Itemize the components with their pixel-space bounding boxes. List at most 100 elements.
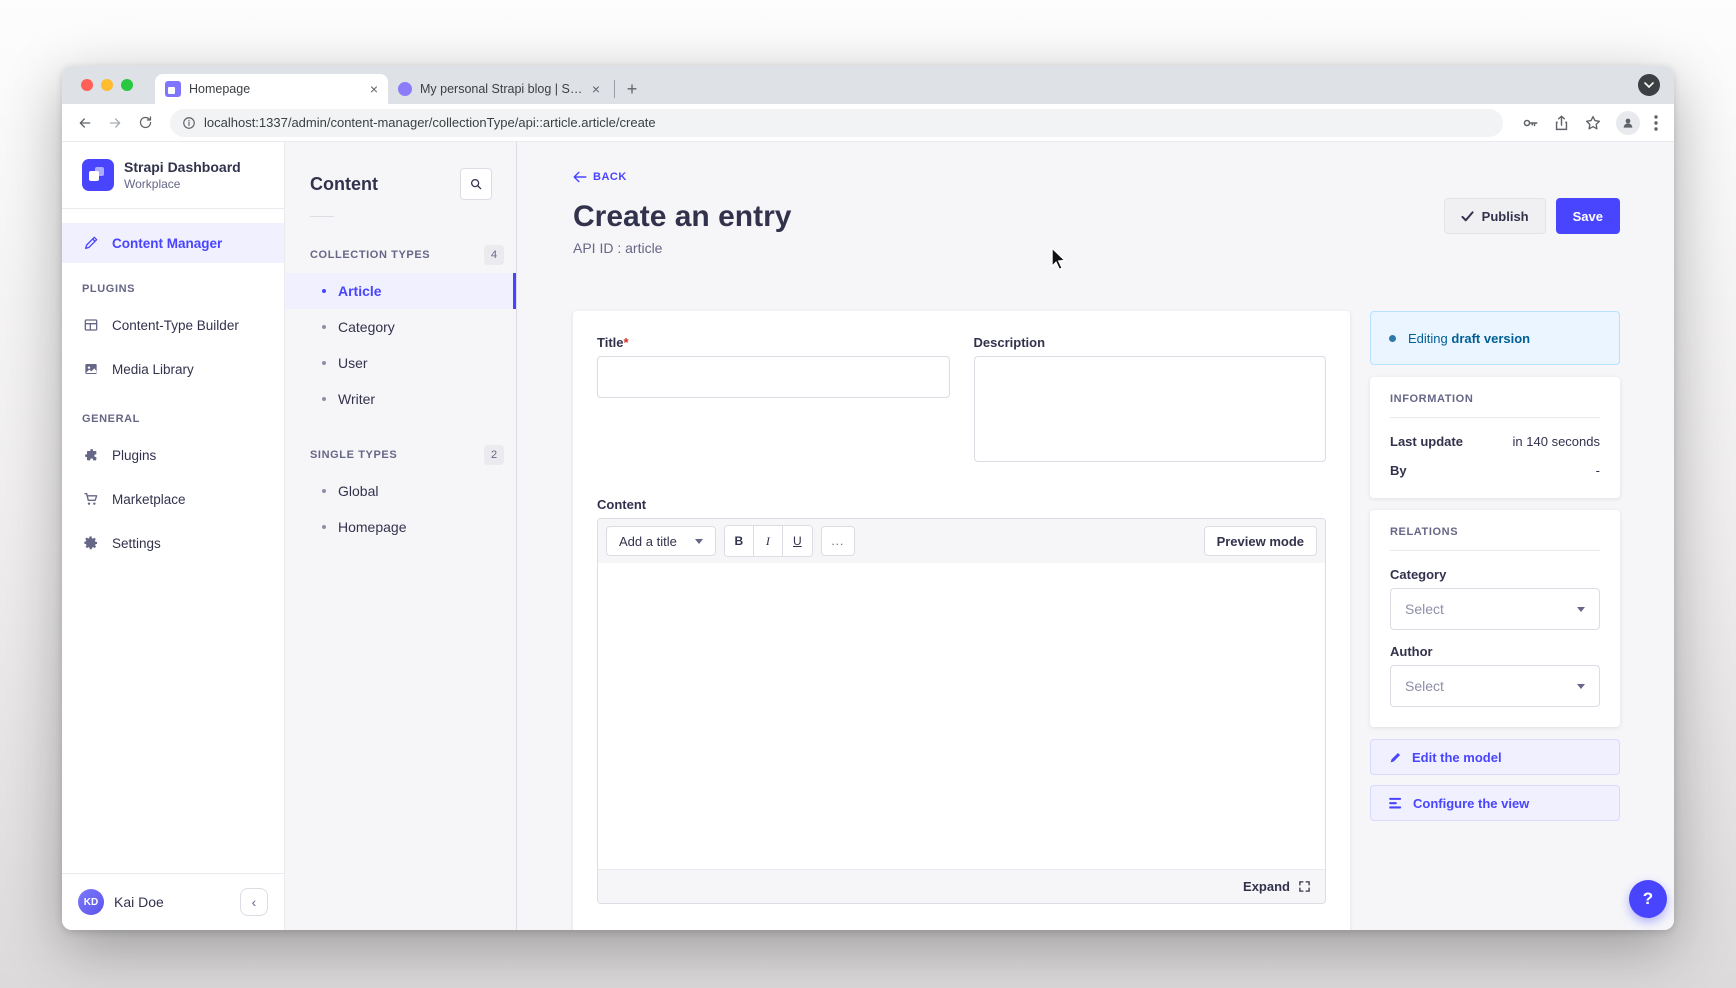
browser-window: Homepage × My personal Strapi blog | Str… bbox=[62, 66, 1674, 930]
bullet-icon bbox=[322, 361, 326, 365]
tab-search-button[interactable] bbox=[1638, 74, 1660, 96]
sidebar-item-marketplace[interactable]: Marketplace bbox=[62, 479, 284, 519]
close-tab-icon[interactable]: × bbox=[370, 81, 378, 97]
subnav-item-article[interactable]: Article bbox=[285, 273, 516, 309]
side-panel: Editing draft version INFORMATION Last u… bbox=[1370, 311, 1620, 821]
content-sub-navigation: Content COLLECTION TYPES 4 Article Categ… bbox=[285, 142, 517, 930]
heading-select[interactable]: Add a title bbox=[606, 526, 716, 556]
sidebar-item-content-type-builder[interactable]: Content-Type Builder bbox=[62, 305, 284, 345]
edit-model-button[interactable]: Edit the model bbox=[1370, 739, 1620, 775]
main-navigation: Strapi Dashboard Workplace Content Manag… bbox=[62, 142, 285, 930]
expand-editor-button[interactable]: Expand bbox=[598, 869, 1325, 903]
new-tab-button[interactable]: + bbox=[619, 76, 645, 102]
bookmark-star-icon[interactable] bbox=[1584, 114, 1602, 132]
collapse-sidebar-button[interactable]: ‹ bbox=[240, 888, 268, 916]
divider bbox=[1390, 550, 1600, 551]
blog-favicon bbox=[398, 82, 412, 96]
subnav-item-writer[interactable]: Writer bbox=[285, 381, 516, 417]
back-link[interactable]: BACK bbox=[573, 171, 627, 183]
sidebar-item-label: Settings bbox=[112, 536, 161, 551]
rich-text-editor: Add a title B I U ... Preview mode bbox=[597, 518, 1326, 904]
browser-tabstrip: Homepage × My personal Strapi blog | Str… bbox=[62, 66, 1674, 104]
sidebar-item-label: Content-Type Builder bbox=[112, 318, 239, 333]
by-row: By - bbox=[1390, 463, 1600, 478]
workspace-brand[interactable]: Strapi Dashboard Workplace bbox=[62, 142, 284, 208]
main-pane: BACK Create an entry API ID : article Pu… bbox=[517, 142, 1674, 930]
tab-homepage[interactable]: Homepage × bbox=[155, 74, 388, 104]
editor-body[interactable] bbox=[598, 563, 1325, 869]
entry-form-card: Title* Description Content bbox=[573, 311, 1350, 930]
information-heading: INFORMATION bbox=[1390, 393, 1600, 405]
more-formatting-button[interactable]: ... bbox=[821, 526, 855, 556]
configure-lines-icon bbox=[1389, 797, 1403, 809]
italic-button[interactable]: I bbox=[754, 526, 783, 556]
avatar: KD bbox=[78, 889, 104, 915]
configure-view-button[interactable]: Configure the view bbox=[1370, 785, 1620, 821]
image-icon bbox=[82, 361, 100, 377]
expand-icon bbox=[1298, 880, 1311, 893]
minimize-window-button[interactable] bbox=[101, 79, 113, 91]
search-button[interactable] bbox=[460, 168, 492, 200]
chevron-down-icon bbox=[1577, 607, 1585, 612]
cart-icon bbox=[82, 491, 100, 507]
tab-strapi-blog[interactable]: My personal Strapi blog | Strap × bbox=[388, 74, 610, 104]
count-badge: 4 bbox=[484, 245, 504, 265]
close-window-button[interactable] bbox=[81, 79, 93, 91]
key-icon[interactable] bbox=[1521, 114, 1539, 132]
back-arrow-icon bbox=[573, 171, 587, 183]
person-icon bbox=[1621, 116, 1635, 130]
close-tab-icon[interactable]: × bbox=[592, 81, 600, 97]
required-asterisk: * bbox=[624, 335, 629, 350]
workspace-subtitle: Workplace bbox=[124, 177, 241, 191]
nav-section-general: GENERAL bbox=[62, 413, 284, 425]
subnav-item-global[interactable]: Global bbox=[285, 473, 516, 509]
information-card: INFORMATION Last update in 140 seconds B… bbox=[1370, 377, 1620, 498]
help-button[interactable]: ? bbox=[1629, 880, 1667, 918]
traffic-lights bbox=[81, 79, 133, 91]
sidebar-item-media-library[interactable]: Media Library bbox=[62, 349, 284, 389]
sidebar-item-content-manager[interactable]: Content Manager bbox=[62, 223, 284, 263]
reload-button[interactable] bbox=[132, 110, 158, 136]
title-input[interactable] bbox=[597, 356, 950, 398]
bold-button[interactable]: B bbox=[725, 526, 754, 556]
category-select[interactable]: Select bbox=[1390, 588, 1600, 630]
subnav-item-label: User bbox=[338, 355, 368, 371]
description-textarea[interactable] bbox=[974, 356, 1327, 462]
subnav-item-user[interactable]: User bbox=[285, 345, 516, 381]
description-field-label: Description bbox=[974, 335, 1327, 350]
group-label-single-types: SINGLE TYPES bbox=[310, 449, 397, 461]
editor-toolbar: Add a title B I U ... Preview mode bbox=[598, 519, 1325, 563]
chevron-down-icon bbox=[1644, 82, 1654, 88]
user-profile-row[interactable]: KD Kai Doe ‹ bbox=[62, 874, 284, 930]
puzzle-icon bbox=[82, 447, 100, 463]
save-button[interactable]: Save bbox=[1556, 198, 1620, 234]
api-id-subtitle: API ID : article bbox=[573, 240, 1620, 256]
sidebar-item-label: Content Manager bbox=[112, 236, 222, 251]
forward-button[interactable] bbox=[102, 110, 128, 136]
author-select[interactable]: Select bbox=[1390, 665, 1600, 707]
sidebar-item-settings[interactable]: Settings bbox=[62, 523, 284, 563]
back-button[interactable] bbox=[72, 110, 98, 136]
underline-button[interactable]: U bbox=[783, 526, 812, 556]
content-field-label: Content bbox=[597, 497, 1326, 512]
publish-button[interactable]: Publish bbox=[1444, 198, 1546, 234]
strapi-logo-icon bbox=[82, 159, 114, 191]
back-arrow-icon bbox=[77, 115, 93, 131]
url-bar[interactable]: localhost:1337/admin/content-manager/col… bbox=[170, 109, 1503, 137]
preview-mode-button[interactable]: Preview mode bbox=[1204, 526, 1317, 556]
browser-menu-icon[interactable] bbox=[1654, 115, 1658, 131]
browser-profile-avatar[interactable] bbox=[1616, 111, 1640, 135]
tab-title: Homepage bbox=[189, 82, 364, 96]
sidebar-item-plugins[interactable]: Plugins bbox=[62, 435, 284, 475]
gear-icon bbox=[82, 535, 100, 551]
bullet-icon bbox=[322, 397, 326, 401]
by-value: - bbox=[1596, 463, 1600, 478]
zoom-window-button[interactable] bbox=[121, 79, 133, 91]
forward-arrow-icon bbox=[107, 115, 123, 131]
browser-toolbar: localhost:1337/admin/content-manager/col… bbox=[62, 104, 1674, 142]
share-icon[interactable] bbox=[1553, 114, 1570, 132]
pencil-icon bbox=[82, 235, 100, 251]
strapi-favicon bbox=[165, 81, 181, 97]
subnav-item-homepage[interactable]: Homepage bbox=[285, 509, 516, 545]
subnav-item-category[interactable]: Category bbox=[285, 309, 516, 345]
